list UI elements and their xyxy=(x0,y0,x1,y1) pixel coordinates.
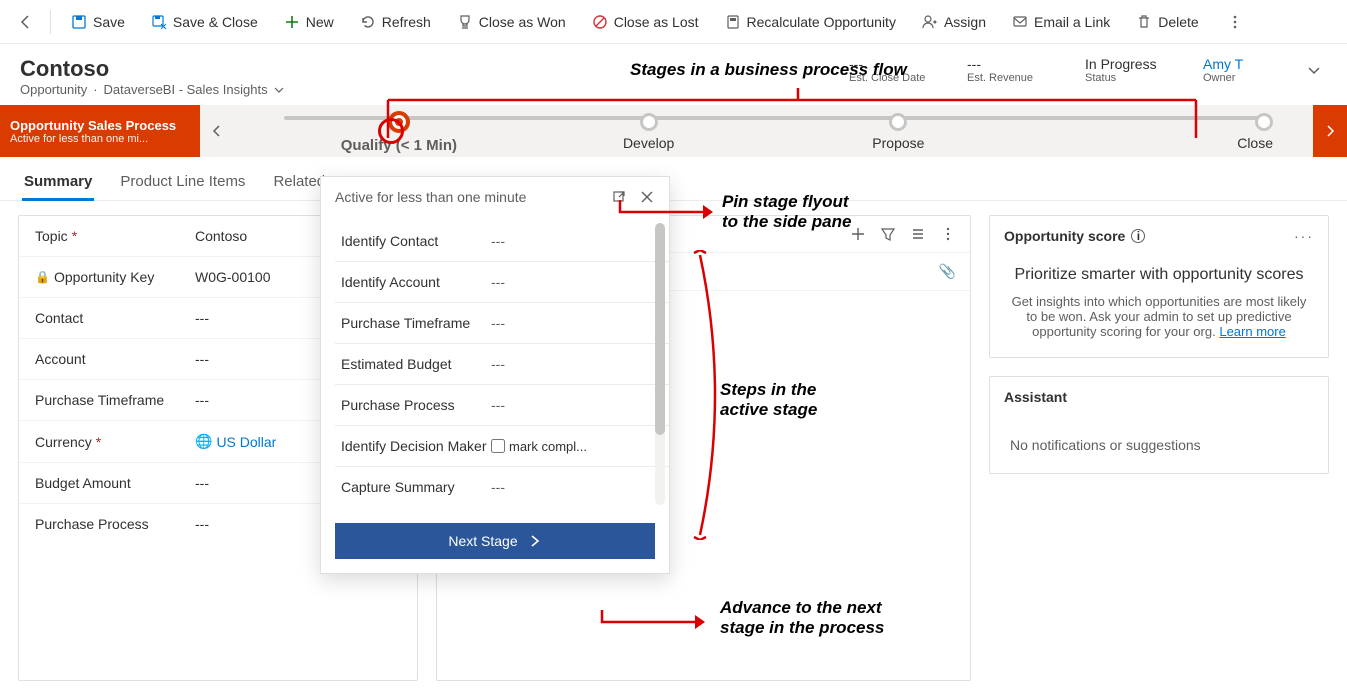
close-date-field[interactable]: --- Est. Close Date xyxy=(849,56,939,84)
flyout-scrollbar[interactable] xyxy=(655,223,665,505)
email-link-button[interactable]: Email a Link xyxy=(1002,8,1120,36)
process-name: Opportunity Sales Process xyxy=(10,118,190,133)
close-won-button[interactable]: Close as Won xyxy=(447,8,576,36)
entity-label: Opportunity xyxy=(20,82,87,97)
close-won-label: Close as Won xyxy=(479,14,566,30)
close-lost-label: Close as Lost xyxy=(614,14,699,30)
delete-label: Delete xyxy=(1158,14,1198,30)
close-lost-button[interactable]: Close as Lost xyxy=(582,8,709,36)
recalc-button[interactable]: Recalculate Opportunity xyxy=(715,8,906,36)
save-button[interactable]: Save xyxy=(61,8,135,36)
stage-dot-icon xyxy=(388,111,410,133)
close-icon[interactable] xyxy=(639,189,655,205)
assistant-card: Assistant No notifications or suggestion… xyxy=(989,376,1329,474)
bpf-scroll-left[interactable] xyxy=(200,105,234,157)
command-bar: Save Save & Close New Refresh Close as W… xyxy=(0,0,1347,44)
owner-field[interactable]: Amy T Owner xyxy=(1203,56,1293,84)
revenue-field[interactable]: --- Est. Revenue xyxy=(967,56,1057,84)
mail-icon xyxy=(1012,14,1028,30)
breadcrumb: Opportunity · DataverseBI - Sales Insigh… xyxy=(20,82,284,97)
step-purchase-timeframe[interactable]: Purchase Timeframe --- xyxy=(335,303,669,344)
step-purchase-process[interactable]: Purchase Process --- xyxy=(335,385,669,426)
step-decision-maker[interactable]: Identify Decision Maker mark compl... xyxy=(335,426,669,467)
pin-icon[interactable] xyxy=(611,189,627,205)
new-button[interactable]: New xyxy=(274,8,344,36)
stage-flyout: Active for less than one minute Identify… xyxy=(320,176,670,574)
stage-develop[interactable]: Develop xyxy=(524,111,774,151)
currency-icon: 🌐 xyxy=(195,433,212,450)
bpf-scroll-right[interactable] xyxy=(1313,105,1347,157)
assistant-title: Assistant xyxy=(1004,389,1067,405)
stage-dot-icon xyxy=(1255,113,1273,131)
back-button[interactable] xyxy=(12,14,40,30)
flyout-title: Active for less than one minute xyxy=(335,189,526,205)
opportunity-score-card: Opportunity score i ··· Prioritize smart… xyxy=(989,215,1329,358)
more-icon[interactable] xyxy=(940,226,956,242)
stage-qualify[interactable]: Qualify (< 1 Min) xyxy=(274,109,524,154)
calculator-icon xyxy=(725,14,741,30)
main-content: Topic* Contoso 🔒Opportunity Key W0G-0010… xyxy=(0,201,1347,695)
overflow-button[interactable] xyxy=(1221,8,1249,36)
step-identify-contact[interactable]: Identify Contact --- xyxy=(335,221,669,262)
list-icon[interactable] xyxy=(910,226,926,242)
save-close-button[interactable]: Save & Close xyxy=(141,8,268,36)
add-icon[interactable] xyxy=(850,226,866,242)
email-label: Email a Link xyxy=(1034,14,1110,30)
save-close-label: Save & Close xyxy=(173,14,258,30)
flyout-body: Identify Contact --- Identify Account --… xyxy=(321,217,669,511)
learn-more-link[interactable]: Learn more xyxy=(1219,324,1285,339)
save-close-icon xyxy=(151,14,167,30)
tab-summary[interactable]: Summary xyxy=(22,167,94,200)
info-icon[interactable]: i xyxy=(1131,229,1145,243)
refresh-button[interactable]: Refresh xyxy=(350,8,441,36)
person-icon xyxy=(922,14,938,30)
page-title: Contoso xyxy=(20,56,284,82)
card-menu[interactable]: ··· xyxy=(1294,228,1314,244)
bpf-track: Qualify (< 1 Min) Develop Propose Close xyxy=(234,105,1313,157)
tabs: Summary Product Line Items Related xyxy=(0,157,1347,201)
step-identify-account[interactable]: Identify Account --- xyxy=(335,262,669,303)
refresh-label: Refresh xyxy=(382,14,431,30)
recalc-label: Recalculate Opportunity xyxy=(747,14,896,30)
tab-related[interactable]: Related xyxy=(271,167,327,200)
step-capture-summary[interactable]: Capture Summary --- xyxy=(335,467,669,507)
lock-icon: 🔒 xyxy=(35,270,50,284)
chevron-right-icon xyxy=(528,534,542,548)
trophy-icon xyxy=(457,14,473,30)
prohibit-icon xyxy=(592,14,608,30)
process-badge[interactable]: Opportunity Sales Process Active for les… xyxy=(0,105,200,157)
plus-icon xyxy=(284,14,300,30)
record-header: Contoso Opportunity · DataverseBI - Sale… xyxy=(0,44,1347,105)
stage-dot-icon xyxy=(640,113,658,131)
assign-label: Assign xyxy=(944,14,986,30)
mark-complete-checkbox[interactable] xyxy=(491,439,505,453)
bpf-bar: Opportunity Sales Process Active for les… xyxy=(0,105,1347,157)
stage-dot-icon xyxy=(889,113,907,131)
filter-icon[interactable] xyxy=(880,226,896,242)
trash-icon xyxy=(1136,14,1152,30)
assistant-body: No notifications or suggestions xyxy=(990,417,1328,473)
next-stage-button[interactable]: Next Stage xyxy=(335,523,655,559)
step-estimated-budget[interactable]: Estimated Budget --- xyxy=(335,344,669,385)
assign-button[interactable]: Assign xyxy=(912,8,996,36)
score-heading: Prioritize smarter with opportunity scor… xyxy=(1008,266,1310,284)
chevron-down-icon xyxy=(274,85,284,95)
attach-icon[interactable]: 📎 xyxy=(939,263,956,280)
view-name[interactable]: DataverseBI - Sales Insights xyxy=(104,82,268,97)
header-expand-button[interactable] xyxy=(1301,57,1327,83)
save-label: Save xyxy=(93,14,125,30)
next-stage-label: Next Stage xyxy=(448,533,517,549)
refresh-icon xyxy=(360,14,376,30)
card-title: Opportunity score xyxy=(1004,228,1125,244)
new-label: New xyxy=(306,14,334,30)
save-icon xyxy=(71,14,87,30)
delete-button[interactable]: Delete xyxy=(1126,8,1208,36)
stage-close[interactable]: Close xyxy=(1023,111,1273,151)
tab-line-items[interactable]: Product Line Items xyxy=(118,167,247,200)
stage-propose[interactable]: Propose xyxy=(774,111,1024,151)
status-field[interactable]: In Progress Status xyxy=(1085,56,1175,84)
process-status: Active for less than one mi... xyxy=(10,133,190,145)
